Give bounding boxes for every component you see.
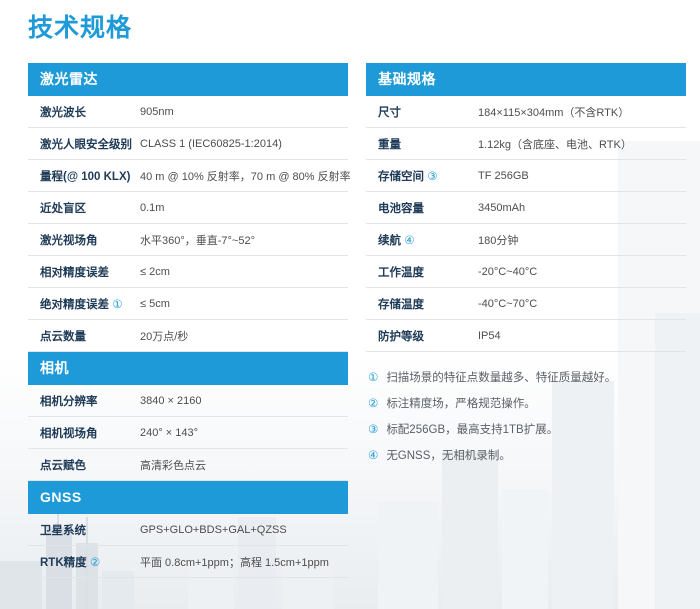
- section-camera: 相机 相机分辨率3840 × 2160相机视场角240° × 143°点云赋色高…: [28, 352, 348, 481]
- section-basic: 基础规格 尺寸184×115×304mm（不含RTK）重量1.12kg（含底座、…: [366, 63, 686, 352]
- footnote-list: ① 扫描场景的特征点数量越多、特征质量越好。 ② 标注精度场，严格规范操作。 ③ 标配25…: [366, 365, 686, 469]
- spec-row: 工作温度-20°C~40°C: [366, 256, 686, 288]
- spec-label: 点云赋色: [40, 457, 140, 473]
- spec-label: 近处盲区: [40, 200, 140, 216]
- spec-label: 电池容量: [378, 200, 478, 216]
- section-header-camera: 相机: [28, 352, 348, 385]
- spec-value: 20万点/秒: [140, 328, 188, 344]
- spec-row: 绝对精度误差 ①≤ 5cm: [28, 288, 348, 320]
- footnote-marker-icon: ①: [368, 365, 378, 391]
- spec-row: RTK精度 ②平面 0.8cm+1ppm；高程 1.5cm+1ppm: [28, 546, 348, 578]
- footnote-text: 标注精度场，严格规范操作。: [386, 391, 536, 417]
- spec-value: 水平360°，垂直-7°~52°: [140, 232, 255, 248]
- footnote-ref-icon: ①: [109, 299, 123, 311]
- spec-row: 存储温度-40°C~70°C: [366, 288, 686, 320]
- section-lidar: 激光雷达 激光波长905nm激光人眼安全级别CLASS 1 (IEC60825-…: [28, 63, 348, 352]
- spec-row: 激光视场角水平360°，垂直-7°~52°: [28, 224, 348, 256]
- spec-value: TF 256GB: [478, 170, 529, 182]
- footnote-text: 无GNSS，无相机录制。: [386, 443, 511, 469]
- spec-label: 存储空间 ③: [378, 168, 478, 184]
- spec-row: 相机分辨率3840 × 2160: [28, 385, 348, 417]
- section-rows-basic: 尺寸184×115×304mm（不含RTK）重量1.12kg（含底座、电池、RT…: [366, 96, 686, 352]
- spec-row: 点云赋色高清彩色点云: [28, 449, 348, 481]
- spec-row: 电池容量3450mAh: [366, 192, 686, 224]
- spec-value: 240° × 143°: [140, 427, 198, 439]
- spec-label: 重量: [378, 136, 478, 152]
- page-title: 技术规格: [28, 8, 686, 44]
- spec-value: 184×115×304mm（不含RTK）: [478, 104, 629, 120]
- spec-row: 近处盲区0.1m: [28, 192, 348, 224]
- spec-row: 激光波长905nm: [28, 96, 348, 128]
- spec-label: 点云数量: [40, 328, 140, 344]
- spec-value: 180分钟: [478, 232, 518, 248]
- section-header-basic: 基础规格: [366, 63, 686, 96]
- spec-row: 激光人眼安全级别CLASS 1 (IEC60825-1:2014): [28, 128, 348, 160]
- spec-label: 激光波长: [40, 104, 140, 120]
- spec-row: 卫星系统GPS+GLO+BDS+GAL+QZSS: [28, 514, 348, 546]
- spec-row: 点云数量20万点/秒: [28, 320, 348, 352]
- footnote-text: 标配256GB，最高支持1TB扩展。: [386, 417, 558, 443]
- spec-label: 相机分辨率: [40, 393, 140, 409]
- spec-label: 相对精度误差: [40, 264, 140, 280]
- footnote-item: ② 标注精度场，严格规范操作。: [368, 391, 686, 417]
- spec-label: 存储温度: [378, 296, 478, 312]
- footnote-marker-icon: ④: [368, 443, 378, 469]
- spec-value: GPS+GLO+BDS+GAL+QZSS: [140, 524, 287, 536]
- spec-label: 防护等级: [378, 328, 478, 344]
- spec-value: 3840 × 2160: [140, 395, 201, 407]
- section-rows-camera: 相机分辨率3840 × 2160相机视场角240° × 143°点云赋色高清彩色…: [28, 385, 348, 481]
- section-header-lidar: 激光雷达: [28, 63, 348, 96]
- spec-value: 平面 0.8cm+1ppm；高程 1.5cm+1ppm: [140, 554, 329, 570]
- spec-value: ≤ 2cm: [140, 266, 170, 278]
- spec-value: 40 m @ 10% 反射率，70 m @ 80% 反射率: [140, 168, 351, 184]
- footnote-item: ① 扫描场景的特征点数量越多、特征质量越好。: [368, 365, 686, 391]
- footnote-item: ④ 无GNSS，无相机录制。: [368, 443, 686, 469]
- spec-value: 905nm: [140, 106, 174, 118]
- spec-label: 尺寸: [378, 104, 478, 120]
- spec-page: 技术规格 激光雷达 激光波长905nm激光人眼安全级别CLASS 1 (IEC6…: [0, 0, 700, 578]
- spec-row: 存储空间 ③TF 256GB: [366, 160, 686, 192]
- spec-label: 量程(@ 100 KLX): [40, 168, 140, 184]
- spec-row: 量程(@ 100 KLX)40 m @ 10% 反射率，70 m @ 80% 反…: [28, 160, 348, 192]
- left-column: 激光雷达 激光波长905nm激光人眼安全级别CLASS 1 (IEC60825-…: [28, 63, 348, 578]
- spec-row: 重量1.12kg（含底座、电池、RTK）: [366, 128, 686, 160]
- spec-label: 工作温度: [378, 264, 478, 280]
- footnote-ref-icon: ③: [424, 171, 438, 183]
- spec-label: 卫星系统: [40, 522, 140, 538]
- section-header-gnss: GNSS: [28, 481, 348, 514]
- spec-row: 续航 ④180分钟: [366, 224, 686, 256]
- spec-value: ≤ 5cm: [140, 298, 170, 310]
- spec-row: 相机视场角240° × 143°: [28, 417, 348, 449]
- spec-row: 防护等级IP54: [366, 320, 686, 352]
- spec-label: 激光人眼安全级别: [40, 136, 140, 152]
- spec-label: 相机视场角: [40, 425, 140, 441]
- spec-columns: 激光雷达 激光波长905nm激光人眼安全级别CLASS 1 (IEC60825-…: [28, 63, 686, 578]
- spec-value: 3450mAh: [478, 202, 525, 214]
- footnote-text: 扫描场景的特征点数量越多、特征质量越好。: [386, 365, 616, 391]
- footnote-marker-icon: ②: [368, 391, 378, 417]
- spec-value: 高清彩色点云: [140, 457, 206, 473]
- spec-value: 0.1m: [140, 202, 164, 214]
- footnote-ref-icon: ④: [401, 235, 415, 247]
- footnote-marker-icon: ③: [368, 417, 378, 443]
- spec-value: CLASS 1 (IEC60825-1:2014): [140, 138, 282, 150]
- spec-value: IP54: [478, 330, 501, 342]
- spec-value: -20°C~40°C: [478, 266, 537, 278]
- spec-label: RTK精度 ②: [40, 554, 140, 570]
- footnote-item: ③ 标配256GB，最高支持1TB扩展。: [368, 417, 686, 443]
- spec-label: 绝对精度误差 ①: [40, 296, 140, 312]
- spec-label: 续航 ④: [378, 232, 478, 248]
- section-gnss: GNSS 卫星系统GPS+GLO+BDS+GAL+QZSSRTK精度 ②平面 0…: [28, 481, 348, 578]
- right-column: 基础规格 尺寸184×115×304mm（不含RTK）重量1.12kg（含底座、…: [366, 63, 686, 469]
- footnote-ref-icon: ②: [87, 557, 101, 569]
- section-rows-gnss: 卫星系统GPS+GLO+BDS+GAL+QZSSRTK精度 ②平面 0.8cm+…: [28, 514, 348, 578]
- spec-value: -40°C~70°C: [478, 298, 537, 310]
- spec-label: 激光视场角: [40, 232, 140, 248]
- spec-value: 1.12kg（含底座、电池、RTK）: [478, 136, 632, 152]
- spec-row: 相对精度误差≤ 2cm: [28, 256, 348, 288]
- section-rows-lidar: 激光波长905nm激光人眼安全级别CLASS 1 (IEC60825-1:201…: [28, 96, 348, 352]
- spec-row: 尺寸184×115×304mm（不含RTK）: [366, 96, 686, 128]
